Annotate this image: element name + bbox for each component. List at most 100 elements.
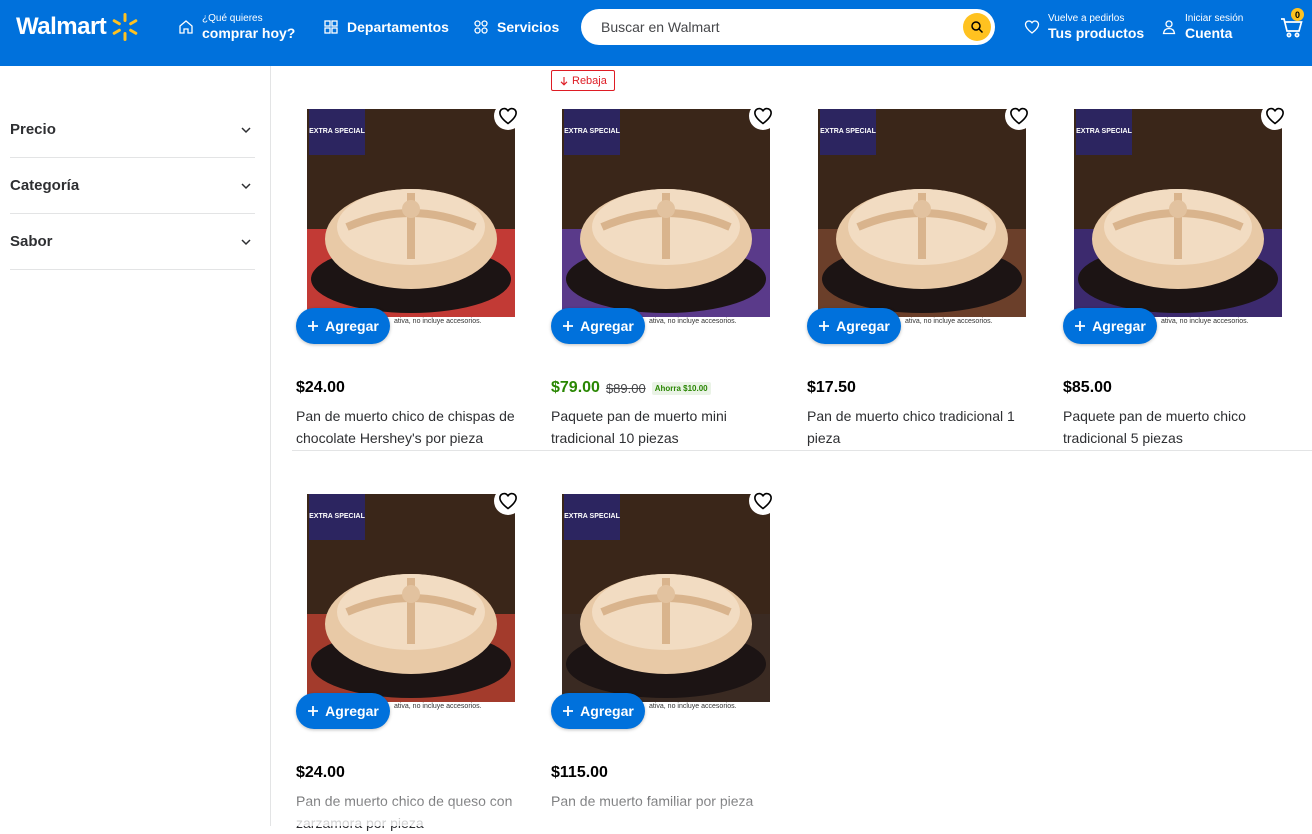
heart-icon [499, 107, 517, 125]
filter-sidebar: Precio Categoría Sabor [0, 66, 271, 826]
chevron-down-icon [241, 238, 251, 245]
product-price: $115.00 [551, 764, 608, 781]
favorite-button[interactable] [749, 102, 777, 130]
rebaja-label: Rebaja [572, 74, 607, 87]
heart-icon [1010, 107, 1028, 125]
reorder-small: Vuelve a pedirlos [1048, 13, 1125, 24]
extra-special-badge: EXTRA SPECIAL [564, 494, 620, 540]
heart-icon [499, 492, 517, 510]
search-bar [581, 9, 995, 45]
search-icon [971, 21, 984, 34]
arrow-down-icon [560, 76, 568, 86]
extra-special-badge: EXTRA SPECIAL [564, 109, 620, 155]
extra-special-badge: EXTRA SPECIAL [1076, 109, 1132, 155]
search-input[interactable] [601, 9, 951, 45]
nav-shop-today[interactable]: ¿Qué quieres comprar hoy? [178, 0, 295, 54]
product-image[interactable]: EXTRA SPECIAL [562, 494, 770, 702]
extra-special-badge: EXTRA SPECIAL [309, 494, 365, 540]
chevron-down-icon [241, 126, 251, 133]
product-price-row: $79.00 $89.00 Ahorra $10.00 [551, 379, 711, 397]
services-icon [474, 20, 488, 34]
nav-departments[interactable]: Departamentos [323, 0, 449, 54]
add-to-cart-button[interactable]: Agregar [296, 693, 390, 729]
product-image[interactable]: EXTRA SPECIAL [562, 109, 770, 317]
heart-icon [754, 492, 772, 510]
grid-icon [324, 20, 338, 34]
add-to-cart-button[interactable]: Agregar [551, 693, 645, 729]
walmart-logo[interactable]: Walmart [16, 12, 140, 42]
product-image[interactable]: EXTRA SPECIAL [1074, 109, 1282, 317]
nav-reorder[interactable]: Vuelve a pedirlos Tus productos [1024, 0, 1144, 54]
add-label: Agregar [1092, 318, 1146, 334]
product-price: $24.00 [296, 379, 345, 396]
product-title[interactable]: Pan de muerto familiar por pieza [551, 790, 776, 812]
account-big: Cuenta [1185, 25, 1233, 41]
nav-account[interactable]: Iniciar sesión Cuenta [1161, 0, 1243, 54]
product-price-row: $24.00 [296, 764, 345, 782]
image-disclaimer: ativa, no incluye accesorios. [649, 318, 737, 325]
plus-icon [308, 706, 319, 716]
add-to-cart-button[interactable]: Agregar [807, 308, 901, 344]
product-title[interactable]: Paquete pan de muerto chico tradicional … [1063, 405, 1288, 449]
product-image[interactable]: EXTRA SPECIAL [818, 109, 1026, 317]
filter-category[interactable]: Categoría [10, 158, 255, 214]
add-to-cart-button[interactable]: Agregar [296, 308, 390, 344]
add-label: Agregar [325, 318, 379, 334]
plus-icon [563, 321, 574, 331]
filter-label: Sabor [10, 233, 53, 250]
add-label: Agregar [836, 318, 890, 334]
product-price-row: $85.00 [1063, 379, 1112, 397]
product-price: $24.00 [296, 764, 345, 781]
logo-text: Walmart [16, 13, 107, 40]
filter-flavor[interactable]: Sabor [10, 214, 255, 270]
image-disclaimer: ativa, no incluye accesorios. [394, 703, 482, 710]
nav-services[interactable]: Servicios [473, 0, 559, 54]
departments-label: Departamentos [347, 19, 449, 35]
add-to-cart-button[interactable]: Agregar [551, 308, 645, 344]
favorite-button[interactable] [494, 487, 522, 515]
product-title[interactable]: Pan de muerto chico tradicional 1 pieza [807, 405, 1032, 449]
plus-icon [563, 706, 574, 716]
plus-icon [1075, 321, 1086, 331]
cart-count-badge: 0 [1291, 8, 1304, 21]
add-to-cart-button[interactable]: Agregar [1063, 308, 1157, 344]
product-price: $85.00 [1063, 379, 1112, 396]
filter-label: Categoría [10, 177, 80, 194]
plus-icon [819, 321, 830, 331]
rebaja-badge: Rebaja [551, 70, 615, 91]
product-price-row: $115.00 [551, 764, 608, 782]
search-button[interactable] [963, 13, 991, 41]
product-title[interactable]: Pan de muerto chico de chispas de chocol… [296, 405, 521, 449]
favorite-button[interactable] [749, 487, 777, 515]
extra-special-badge: EXTRA SPECIAL [309, 109, 365, 155]
extra-special-badge: EXTRA SPECIAL [820, 109, 876, 155]
spark-icon [112, 13, 138, 41]
add-label: Agregar [580, 703, 634, 719]
product-price: $79.00 [551, 379, 600, 396]
product-price: $17.50 [807, 379, 856, 396]
image-disclaimer: ativa, no incluye accesorios. [1161, 318, 1249, 325]
favorite-button[interactable] [1261, 102, 1289, 130]
row-divider [292, 450, 1312, 451]
filter-price[interactable]: Precio [10, 102, 255, 158]
heart-icon [754, 107, 772, 125]
image-disclaimer: ativa, no incluye accesorios. [394, 318, 482, 325]
nav-shop-big: comprar hoy? [202, 25, 296, 41]
product-image[interactable]: EXTRA SPECIAL [307, 494, 515, 702]
product-title[interactable]: Pan de muerto chico de queso con zarzamo… [296, 790, 521, 834]
product-image[interactable]: EXTRA SPECIAL [307, 109, 515, 317]
product-price-row: $17.50 [807, 379, 856, 397]
chevron-down-icon [241, 182, 251, 189]
original-price: $89.00 [605, 380, 646, 396]
product-price-row: $24.00 [296, 379, 345, 397]
plus-icon [308, 321, 319, 331]
add-label: Agregar [580, 318, 634, 334]
product-title[interactable]: Paquete pan de muerto mini tradicional 1… [551, 405, 776, 449]
heart-icon [1266, 107, 1284, 125]
image-disclaimer: ativa, no incluye accesorios. [649, 703, 737, 710]
savings-badge: Ahorra $10.00 [651, 381, 711, 395]
favorite-button[interactable] [1005, 102, 1033, 130]
home-icon [179, 20, 193, 34]
favorite-button[interactable] [494, 102, 522, 130]
add-label: Agregar [325, 703, 379, 719]
